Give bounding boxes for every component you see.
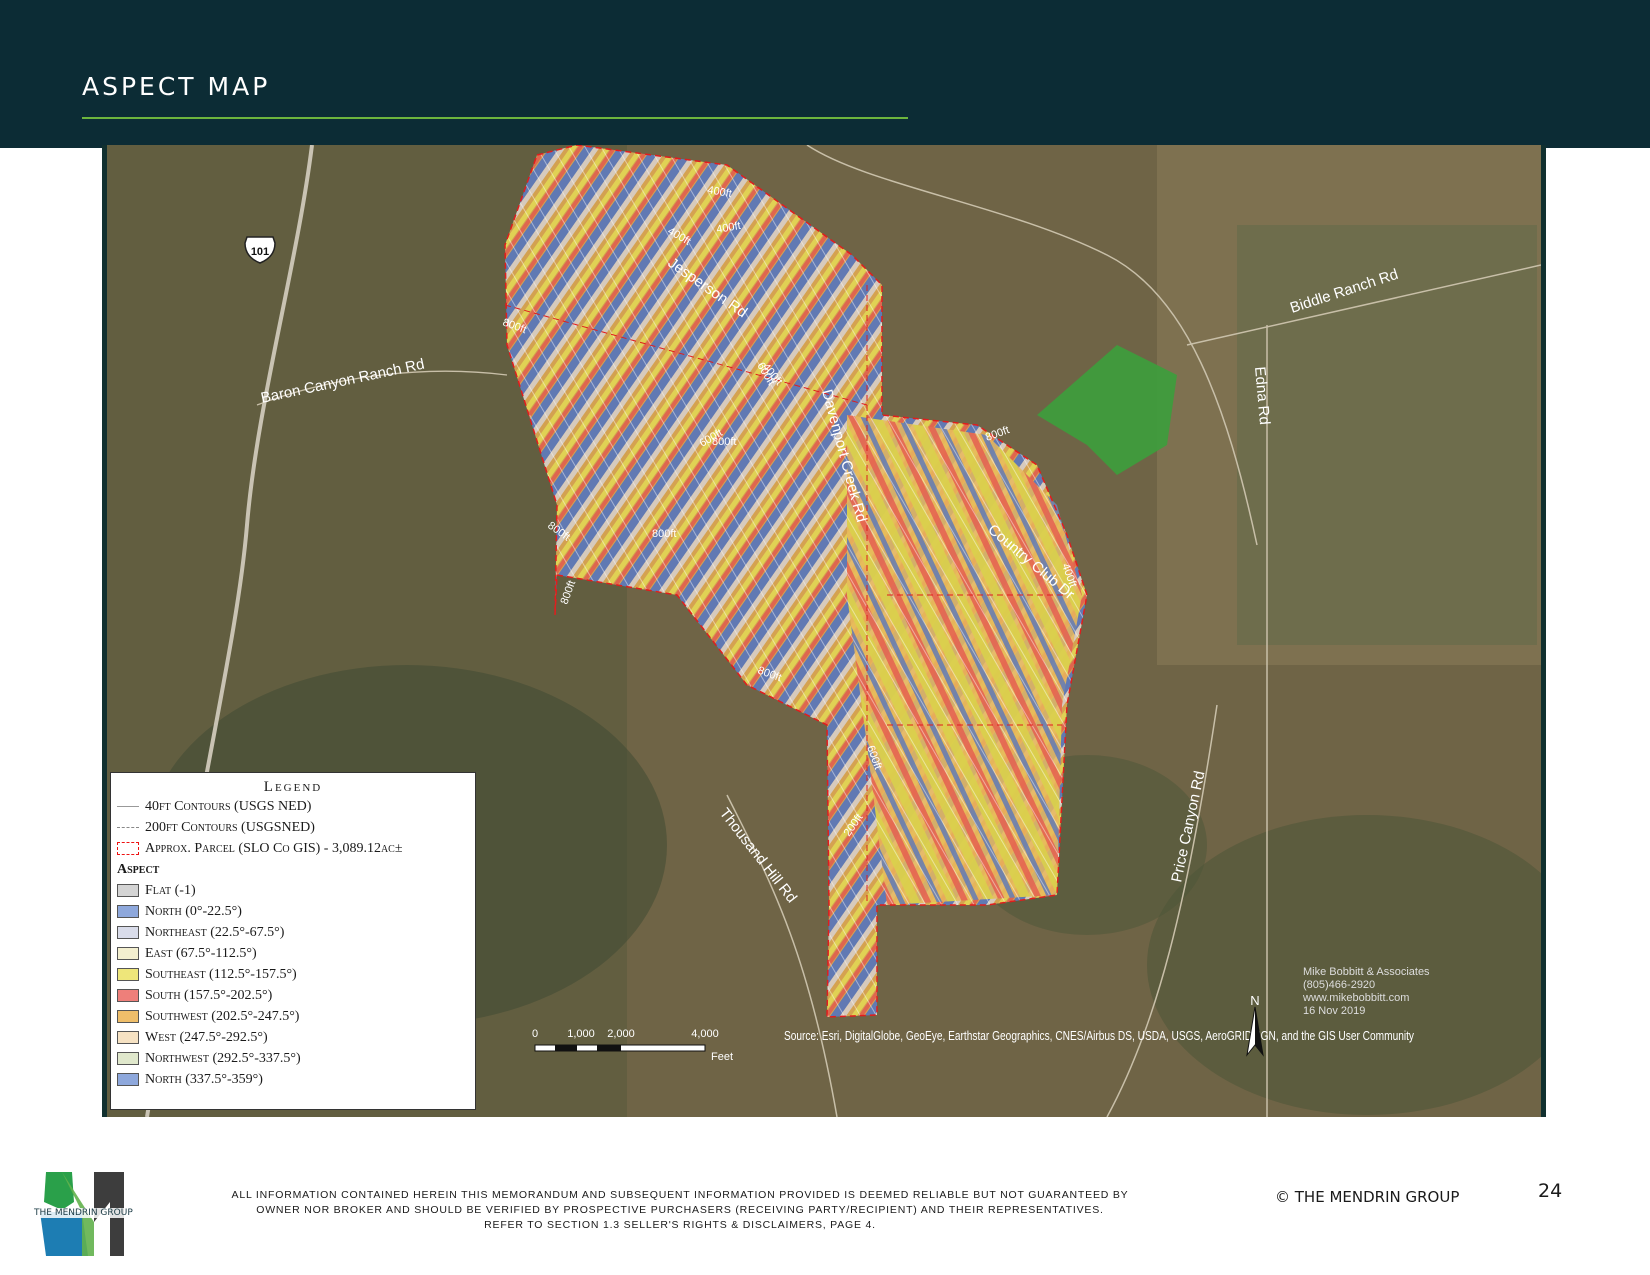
legend-aspect-item: Southeast (112.5°-157.5°) bbox=[111, 964, 475, 985]
legend-aspect-list: Flat (-1) North (0°-22.5°) Northeast (22.5… bbox=[111, 880, 475, 1090]
page-title: ASPECT MAP bbox=[82, 72, 271, 101]
highway-shield-label: 101 bbox=[251, 246, 269, 258]
legend-aspect-item: West (247.5°-292.5°) bbox=[111, 1027, 475, 1048]
contour-dash-swatch bbox=[117, 827, 139, 828]
source-attribution: Source: Esri, DigitalGlobe, GeoEye, Eart… bbox=[784, 1028, 1414, 1043]
legend-aspect-item: North (0°-22.5°) bbox=[111, 901, 475, 922]
copyright: © THE MENDRIN GROUP bbox=[1275, 1188, 1460, 1206]
logo-wordmark: THE MENDRIN GROUP bbox=[34, 1208, 133, 1218]
aspect-color-swatch bbox=[117, 905, 139, 918]
credit-date: 16 Nov 2019 bbox=[1303, 1005, 1365, 1017]
legend-aspect-heading: Aspect bbox=[117, 862, 160, 877]
aspect-color-swatch bbox=[117, 1073, 139, 1086]
aspect-color-swatch bbox=[117, 989, 139, 1002]
scale-tick-0: 0 bbox=[532, 1028, 538, 1040]
contour-line-swatch bbox=[117, 806, 139, 807]
aspect-color-swatch bbox=[117, 926, 139, 939]
legend-title: Legend bbox=[263, 779, 323, 795]
title-underline bbox=[82, 117, 908, 119]
credit-firm: Mike Bobbitt & Associates bbox=[1303, 966, 1430, 978]
legend-contour-200: 200ft Contours (USGSNED) bbox=[111, 817, 475, 838]
scale-tick-1000: 1,000 bbox=[567, 1028, 595, 1040]
scale-tick-2000: 2,000 bbox=[607, 1028, 635, 1040]
legend-aspect-item: North (337.5°-359°) bbox=[111, 1069, 475, 1090]
map-legend: Legend 40ft Contours (USGS NED) 200ft Co… bbox=[110, 772, 476, 1110]
credit-phone: (805)466-2920 bbox=[1303, 979, 1375, 991]
legend-aspect-item: East (67.5°-112.5°) bbox=[111, 943, 475, 964]
credit-website: www.mikebobbitt.com bbox=[1302, 992, 1409, 1004]
scale-unit: Feet bbox=[711, 1051, 733, 1063]
scale-tick-4000: 4,000 bbox=[691, 1028, 719, 1040]
aspect-color-swatch bbox=[117, 947, 139, 960]
aspect-color-swatch bbox=[117, 968, 139, 981]
legend-aspect-item: Flat (-1) bbox=[111, 880, 475, 901]
legend-contour-40: 40ft Contours (USGS NED) bbox=[111, 796, 475, 817]
legend-parcel: Approx. Parcel (SLO Co GIS) - 3,089.12ac… bbox=[111, 838, 475, 859]
legend-aspect-item: Northeast (22.5°-67.5°) bbox=[111, 922, 475, 943]
aspect-color-swatch bbox=[117, 884, 139, 897]
page-number: 24 bbox=[1538, 1180, 1563, 1202]
legend-aspect-item: Northwest (292.5°-337.5°) bbox=[111, 1048, 475, 1069]
page-header: ASPECT MAP bbox=[0, 0, 1650, 148]
contour-label: 800ft bbox=[712, 436, 736, 448]
north-arrow-label: N bbox=[1250, 993, 1259, 1008]
legend-aspect-item: South (157.5°-202.5°) bbox=[111, 985, 475, 1006]
contour-label: 800ft bbox=[652, 528, 676, 540]
aspect-color-swatch bbox=[117, 1052, 139, 1065]
legend-aspect-item: Southwest (202.5°-247.5°) bbox=[111, 1006, 475, 1027]
aspect-color-swatch bbox=[117, 1031, 139, 1044]
aspect-color-swatch bbox=[117, 1010, 139, 1023]
legal-disclaimer: ALL INFORMATION CONTAINED HEREIN THIS ME… bbox=[231, 1189, 1129, 1231]
parcel-swatch bbox=[117, 842, 139, 855]
